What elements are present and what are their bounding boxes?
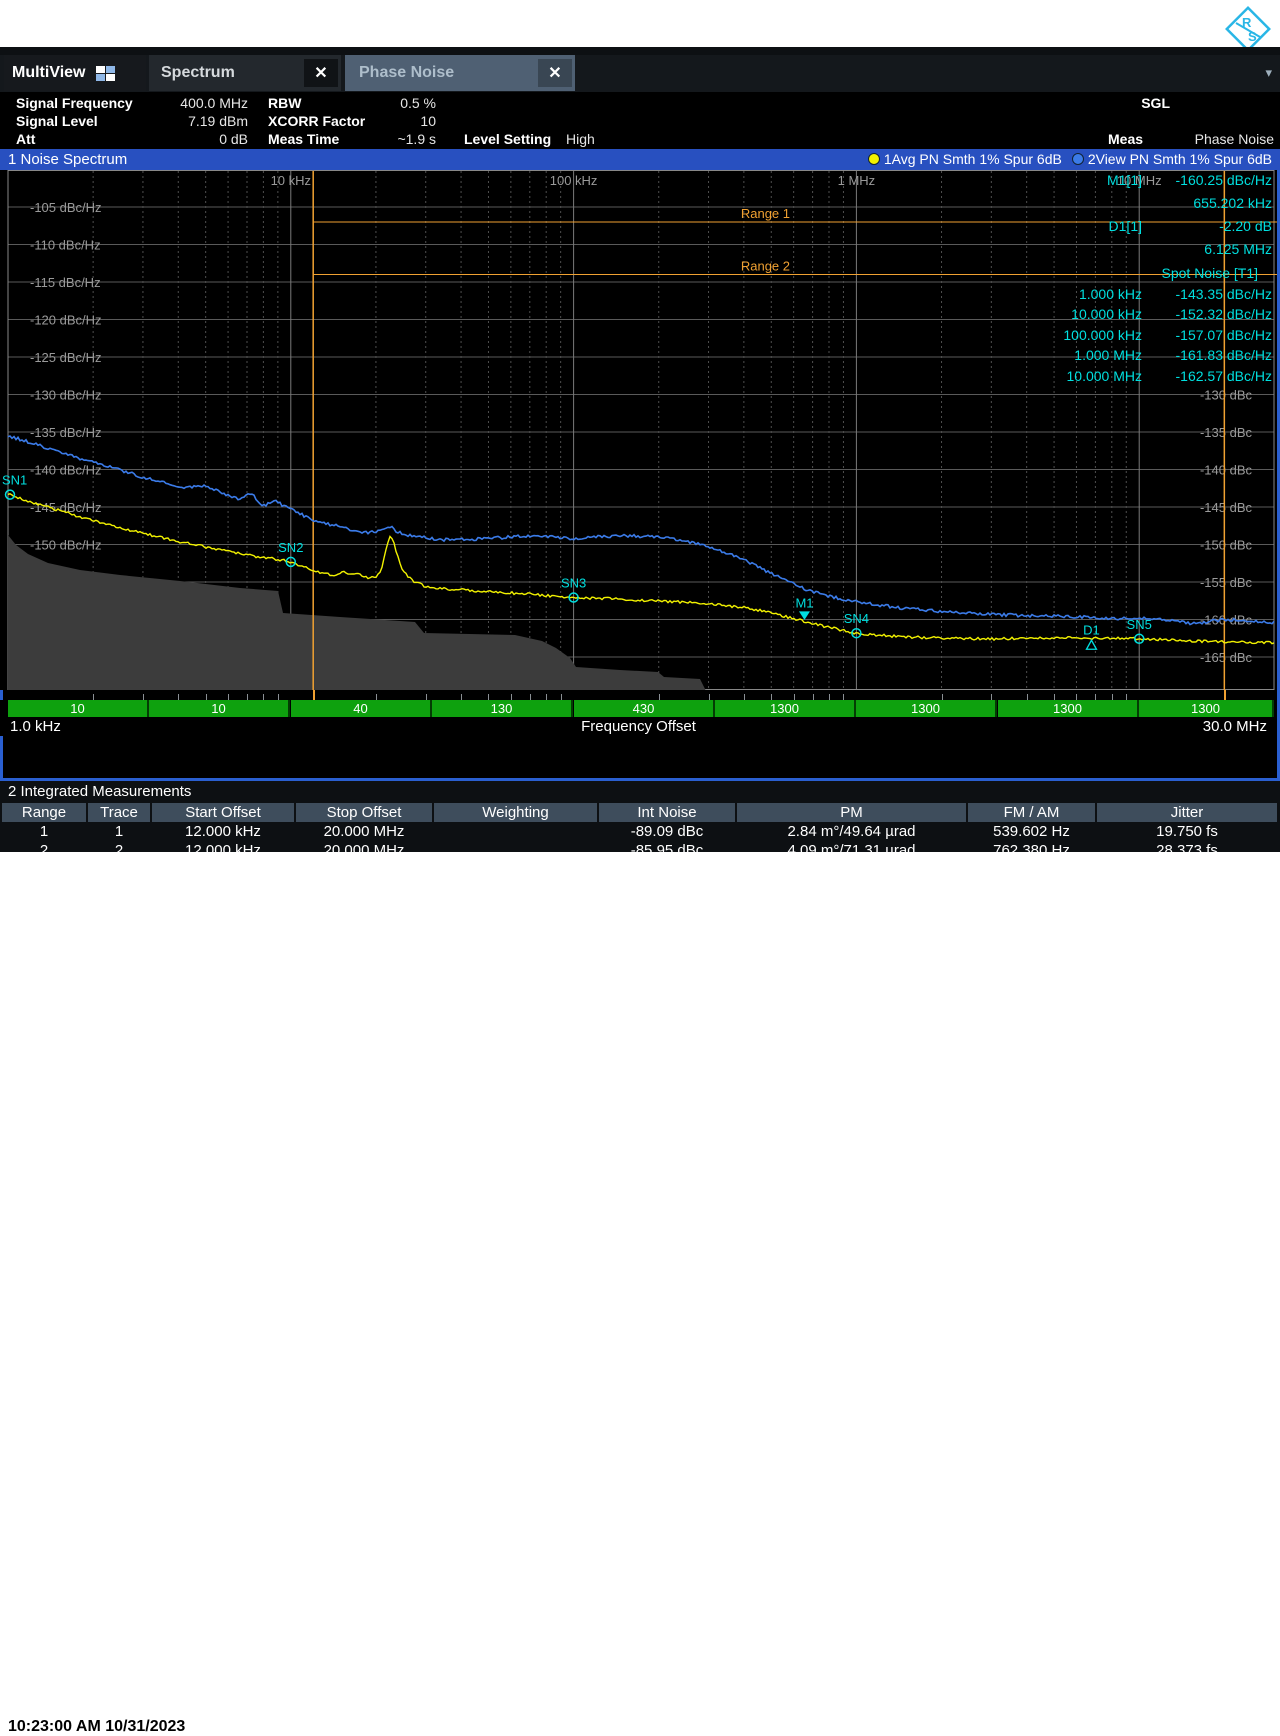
tab-spectrum[interactable]: Spectrum ✕ bbox=[149, 55, 341, 91]
field-value: High bbox=[566, 131, 606, 147]
noise-spectrum-titlebar[interactable]: 1 Noise Spectrum 1Avg PN Smth 1% Spur 6d… bbox=[0, 149, 1280, 170]
noise-spectrum-chart[interactable]: 10 kHz 100 kHz 1 MHz 10 MHz -105 dBc/Hz -110 … bbox=[0, 170, 1277, 690]
field-label: Signal Level bbox=[16, 113, 98, 129]
xcorr-count-segment: 10 bbox=[8, 700, 149, 717]
x-gridline-label: 1 MHz bbox=[838, 173, 876, 188]
marker-label-D1: D1 bbox=[1083, 622, 1100, 637]
x-axis-start-value: 1.0 kHz bbox=[10, 718, 61, 735]
y-axis-label-left: -150 dBc/Hz bbox=[30, 538, 102, 553]
y-axis-label-left: -120 dBc/Hz bbox=[30, 313, 102, 328]
sgl-indicator: SGL bbox=[1098, 95, 1170, 111]
analyzer-app: MultiView Spectrum ✕ Phase Noise ✕ ▾ Sig… bbox=[0, 47, 1280, 852]
x-axis-row: Frequency Offset 1.0 kHz 30.0 MHz bbox=[0, 717, 1277, 736]
xcorr-count-segment: 1300 bbox=[1139, 700, 1274, 717]
tab-multiview-label: MultiView bbox=[12, 64, 86, 82]
y-axis-label-left: -135 dBc/Hz bbox=[30, 425, 102, 440]
x-gridline-label: 100 kHz bbox=[550, 173, 598, 188]
field-value: 10 bbox=[340, 113, 436, 129]
x-gridline-label: 10 kHz bbox=[271, 173, 311, 188]
bottom-strip: 10:23:00 AM 10/31/2023 bbox=[0, 852, 1280, 900]
window-title: 2 Integrated Measurements bbox=[8, 783, 191, 800]
top-strip: R S bbox=[0, 0, 1280, 47]
x-axis-tick-strip bbox=[3, 690, 1277, 700]
y-axis-label-right: -140 dBc bbox=[1200, 463, 1253, 478]
x-gridline-label: 10 MHz bbox=[1117, 173, 1162, 188]
marker-label-SN1: SN1 bbox=[2, 473, 27, 488]
y-axis-label-left: -110 dBc/Hz bbox=[30, 238, 101, 253]
close-icon[interactable]: ✕ bbox=[538, 59, 572, 87]
xcorr-count-bar: 1010401304301300130013001300 bbox=[0, 700, 1277, 717]
y-axis-label-right: -145 dBc bbox=[1200, 500, 1253, 515]
tab-overflow-caret-icon[interactable]: ▾ bbox=[1265, 65, 1272, 81]
field-label: Level Setting bbox=[464, 131, 551, 147]
y-axis-label-right: -150 dBc bbox=[1200, 538, 1253, 553]
table-row: 1112.000 kHz20.000 MHz-89.09 dBc2.84 m°/… bbox=[2, 822, 1279, 841]
y-axis-label-left: -140 dBc/Hz bbox=[30, 463, 102, 478]
marker-label-SN3: SN3 bbox=[561, 576, 586, 591]
range-label: Range 2 bbox=[741, 259, 790, 274]
xcorr-count-segment: 1300 bbox=[856, 700, 997, 717]
tab-spectrum-label: Spectrum bbox=[161, 64, 304, 82]
integrated-measurements-window: 2 Integrated Measurements RangeTraceStar… bbox=[0, 783, 1280, 863]
field-value: 7.19 dBm bbox=[150, 113, 248, 129]
meas-label: Meas bbox=[1108, 131, 1143, 147]
tab-multiview[interactable]: MultiView bbox=[4, 55, 146, 91]
close-icon[interactable]: ✕ bbox=[304, 59, 338, 87]
xcorr-count-segment: 430 bbox=[574, 700, 715, 717]
field-label: Att bbox=[16, 131, 35, 147]
tab-bar: MultiView Spectrum ✕ Phase Noise ✕ ▾ bbox=[0, 55, 1280, 92]
window-title: 1 Noise Spectrum bbox=[8, 151, 127, 168]
xcorr-count-segment: 130 bbox=[432, 700, 573, 717]
x-axis-stop-value: 30.0 MHz bbox=[1203, 718, 1267, 735]
field-value: 0.5 % bbox=[340, 95, 436, 111]
range-label: Range 1 bbox=[741, 206, 790, 221]
y-axis-label-right: -155 dBc bbox=[1200, 575, 1253, 590]
marker-label-SN5: SN5 bbox=[1127, 617, 1152, 632]
y-axis-label-right: -130 dBc bbox=[1200, 388, 1253, 403]
field-label: Signal Frequency bbox=[16, 95, 133, 111]
xcorr-count-segment: 40 bbox=[291, 700, 432, 717]
marker-SN1 bbox=[6, 490, 15, 499]
x-axis-title: Frequency Offset bbox=[0, 718, 1277, 735]
y-axis-label-left: -105 dBc/Hz bbox=[30, 200, 102, 215]
y-axis-label-left: -130 dBc/Hz bbox=[30, 388, 102, 403]
tab-phase-noise[interactable]: Phase Noise ✕ bbox=[345, 55, 575, 91]
xcorr-count-segment: 10 bbox=[149, 700, 290, 717]
marker-label-SN2: SN2 bbox=[278, 540, 303, 555]
field-value: 0 dB bbox=[150, 131, 248, 147]
field-value: 400.0 MHz bbox=[150, 95, 248, 111]
tab-phase-noise-label: Phase Noise bbox=[359, 64, 538, 82]
svg-text:S: S bbox=[1248, 29, 1257, 44]
footer-timestamp: 10:23:00 AM 10/31/2023 bbox=[8, 1718, 185, 1736]
marker-label-SN4: SN4 bbox=[844, 611, 869, 626]
marker-label-M1: M1 bbox=[795, 595, 813, 610]
y-axis-label-left: -125 dBc/Hz bbox=[30, 350, 102, 365]
trace1-legend-label: 1Avg PN Smth 1% Spur 6dB bbox=[884, 151, 1062, 167]
meas-value: Phase Noise bbox=[1160, 131, 1274, 147]
xcorr-count-segment: 1300 bbox=[715, 700, 856, 717]
svg-text:R: R bbox=[1242, 15, 1252, 30]
multiview-grid-icon bbox=[96, 66, 116, 81]
trace1-dot-icon bbox=[868, 153, 880, 165]
xcorr-count-segment: 1300 bbox=[998, 700, 1139, 717]
trace-legend: 1Avg PN Smth 1% Spur 6dB 2View PN Smth 1… bbox=[868, 151, 1272, 167]
field-label: Meas Time bbox=[268, 131, 339, 147]
trace2-legend-label: 2View PN Smth 1% Spur 6dB bbox=[1088, 151, 1272, 167]
y-axis-label-right: -135 dBc bbox=[1200, 425, 1253, 440]
xcorr-gain-area bbox=[8, 535, 706, 690]
y-axis-label-right: -165 dBc bbox=[1200, 650, 1253, 665]
field-value: ~1.9 s bbox=[340, 131, 436, 147]
y-axis-label-left: -115 dBc/Hz bbox=[30, 275, 101, 290]
field-label: RBW bbox=[268, 95, 301, 111]
table-header-row: RangeTraceStart OffsetStop OffsetWeighti… bbox=[2, 803, 1279, 822]
trace2-dot-icon bbox=[1072, 153, 1084, 165]
